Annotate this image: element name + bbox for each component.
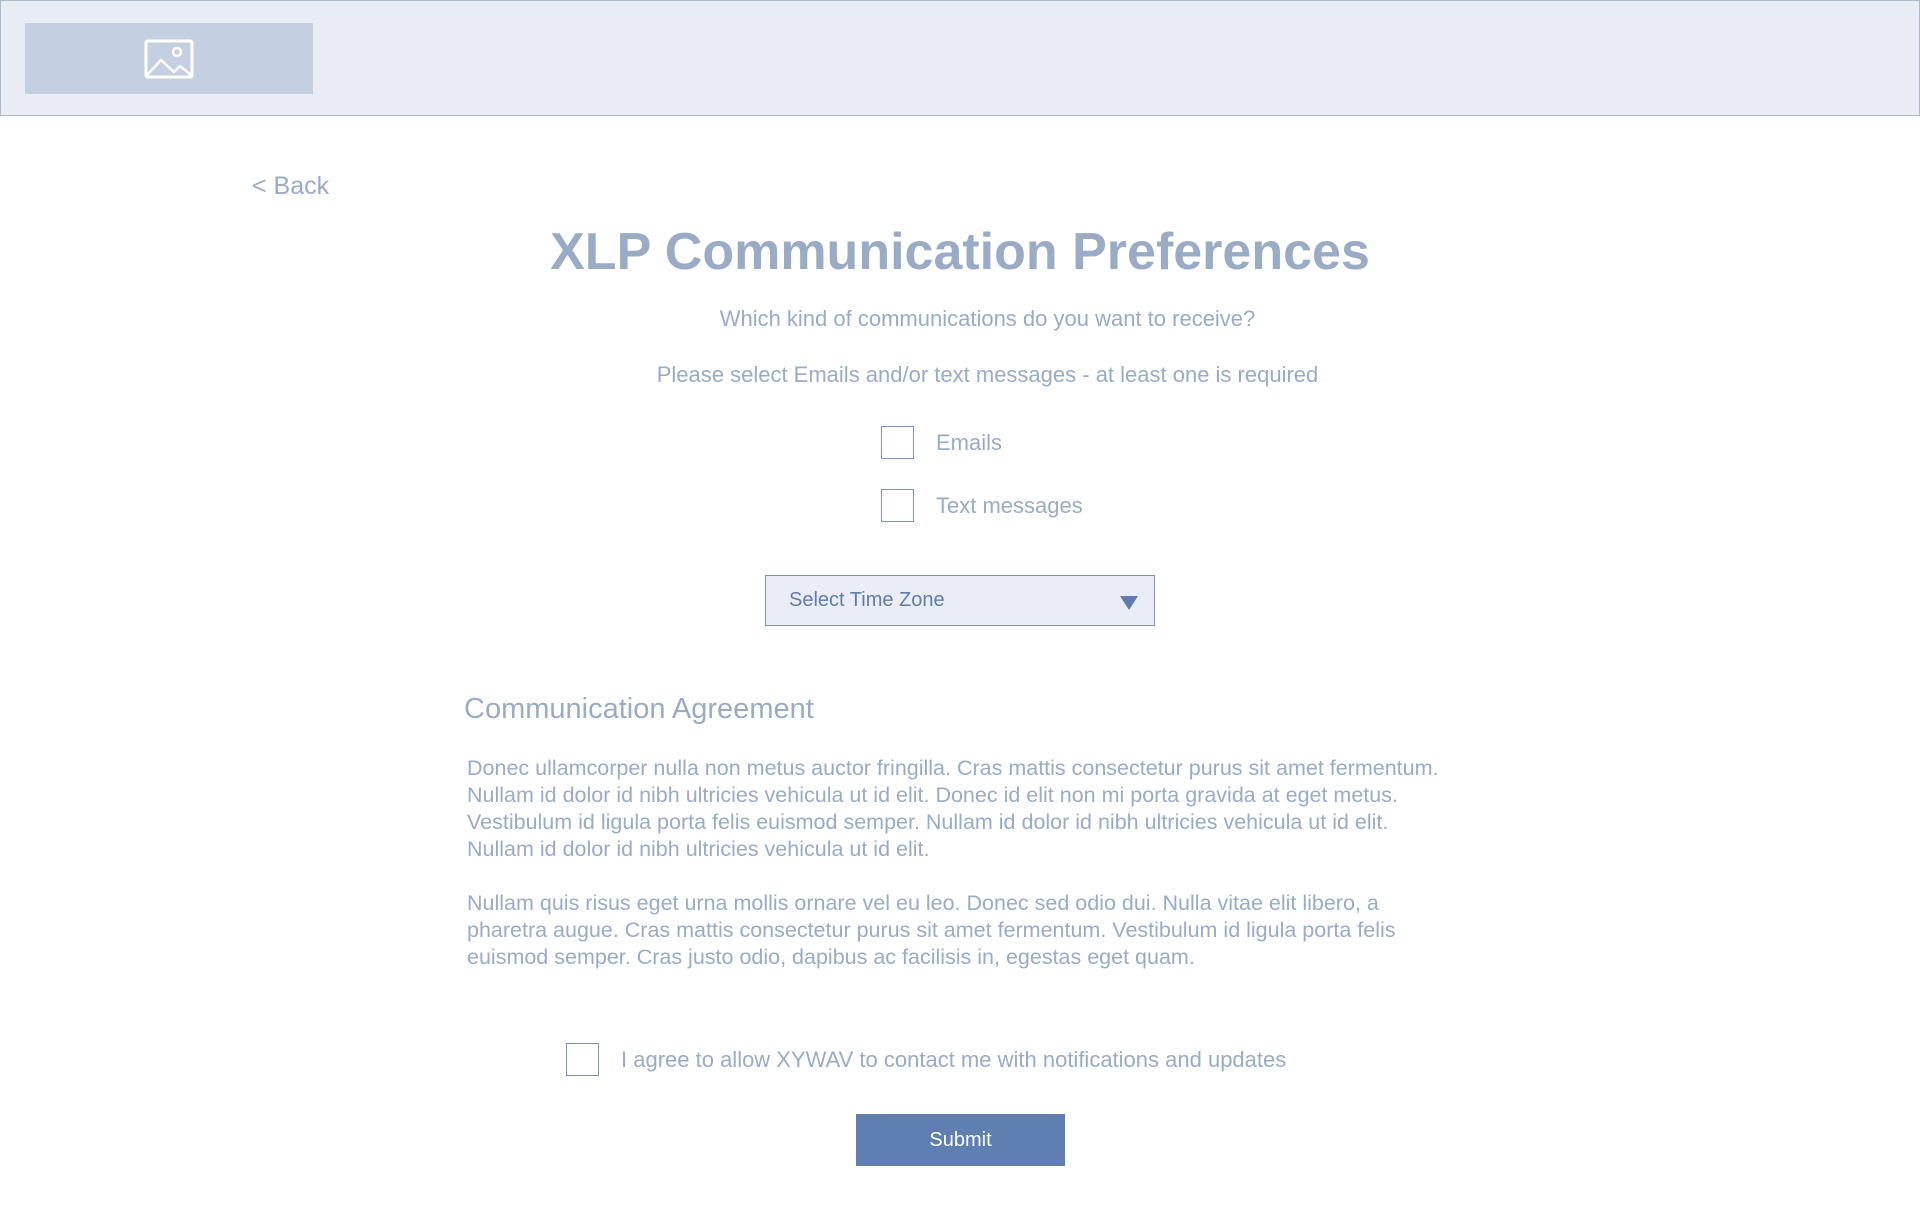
page-title: XLP Communication Preferences — [550, 223, 1370, 281]
text-messages-label: Text messages — [936, 492, 1083, 518]
image-placeholder-icon — [144, 39, 194, 78]
page-subtitle: Which kind of communications do you want… — [719, 306, 1256, 331]
selection-instruction: Please select Emails and/or text message… — [656, 362, 1319, 387]
logo-placeholder[interactable] — [25, 23, 313, 94]
text-messages-option[interactable]: Text messages — [881, 489, 1083, 522]
consent-option[interactable]: I agree to allow XYWAV to contact me wit… — [566, 1043, 1286, 1076]
caret-down-icon — [1120, 596, 1138, 610]
emails-checkbox[interactable] — [881, 426, 914, 459]
consent-label: I agree to allow XYWAV to contact me wit… — [621, 1046, 1287, 1072]
back-link[interactable]: < Back — [252, 172, 329, 201]
consent-checkbox[interactable] — [566, 1043, 599, 1076]
agreement-heading: Communication Agreement — [464, 693, 814, 725]
submit-button[interactable]: Submit — [856, 1114, 1065, 1166]
emails-label: Emails — [936, 429, 1003, 455]
time-zone-value: Select Time Zone — [789, 589, 945, 611]
agreement-paragraph-1: Donec ullamcorper nulla non metus auctor… — [467, 756, 1439, 861]
emails-option[interactable]: Emails — [881, 426, 1002, 459]
agreement-paragraph-2: Nullam quis risus eget urna mollis ornar… — [467, 891, 1396, 969]
time-zone-select[interactable]: Select Time Zone — [765, 575, 1155, 626]
header-bar — [0, 0, 1920, 116]
page: < Back XLP Communication Preferences Whi… — [0, 0, 1920, 1207]
text-messages-checkbox[interactable] — [881, 489, 914, 522]
